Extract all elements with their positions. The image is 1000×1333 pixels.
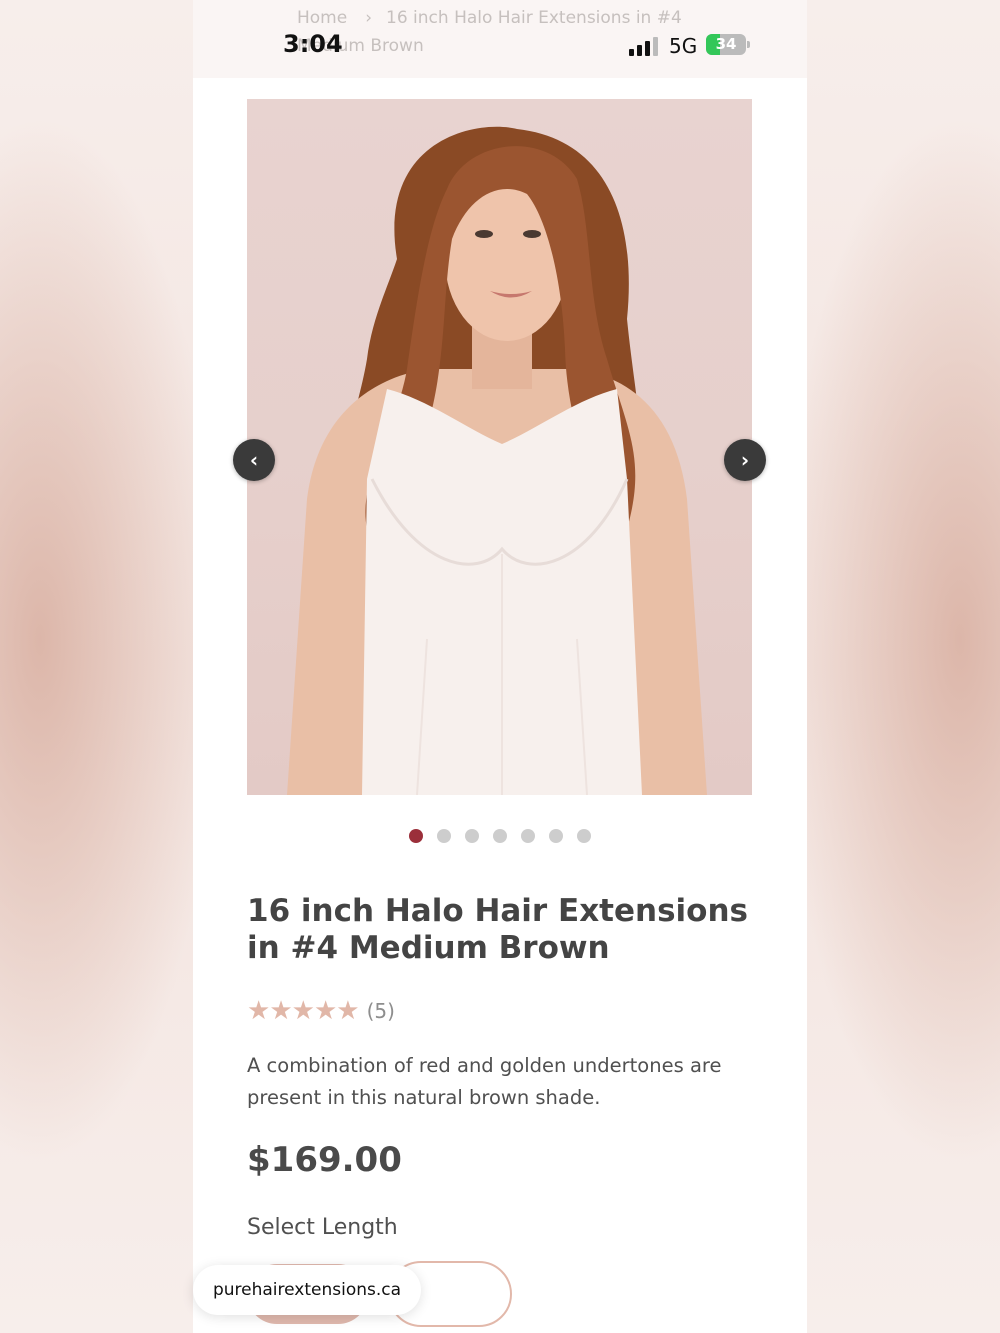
battery-icon: 34: [706, 34, 746, 55]
product-title: 16 inch Halo Hair Extensions in #4 Mediu…: [247, 893, 748, 966]
gallery-dot[interactable]: [549, 829, 563, 843]
browser-url-bar[interactable]: purehairextensions.ca: [193, 1265, 421, 1315]
star-icon: ★: [269, 996, 292, 1026]
gallery-dot[interactable]: [409, 829, 423, 843]
signal-icon: [629, 37, 658, 56]
breadcrumb-separator-icon: ›: [365, 8, 373, 28]
gallery-dot[interactable]: [493, 829, 507, 843]
gallery-dot[interactable]: [465, 829, 479, 843]
star-icon: ★: [336, 996, 359, 1026]
network-type: 5G: [669, 34, 698, 58]
gallery-dot[interactable]: [437, 829, 451, 843]
gallery-dot[interactable]: [577, 829, 591, 843]
model-photo: [287, 126, 707, 795]
star-icon: ★: [313, 996, 337, 1026]
select-length-label: Select Length: [247, 1215, 398, 1240]
gallery-next-button[interactable]: ›: [724, 439, 766, 481]
product-price: $169.00: [247, 1140, 402, 1180]
battery-nub: [747, 41, 750, 48]
gallery-pagination: [409, 829, 591, 843]
rating-count: (5): [366, 999, 395, 1023]
chevron-left-icon: ‹: [249, 448, 259, 472]
chevron-right-icon: ›: [740, 448, 750, 472]
product-description: A combination of red and golden underton…: [247, 1054, 722, 1109]
breadcrumb-current: 16 inch Halo Hair Extensions in #4: [386, 8, 682, 28]
product-page: Home › 16 inch Halo Hair Extensions in #4 …: [193, 0, 807, 1333]
breadcrumb-home[interactable]: Home: [297, 8, 347, 28]
status-time: 3:04: [283, 30, 343, 58]
product-rating[interactable]: ★★★★★ (5): [247, 997, 395, 1025]
star-icon: ★: [247, 996, 270, 1026]
battery-level: 34: [715, 35, 737, 53]
gallery-dot[interactable]: [521, 829, 535, 843]
gallery-prev-button[interactable]: ‹: [233, 439, 275, 481]
product-image[interactable]: [247, 99, 752, 795]
top-bar: Home › 16 inch Halo Hair Extensions in #4 …: [193, 0, 807, 78]
star-icon: ★: [291, 996, 315, 1026]
rating-stars: ★★★★★: [247, 996, 360, 1026]
